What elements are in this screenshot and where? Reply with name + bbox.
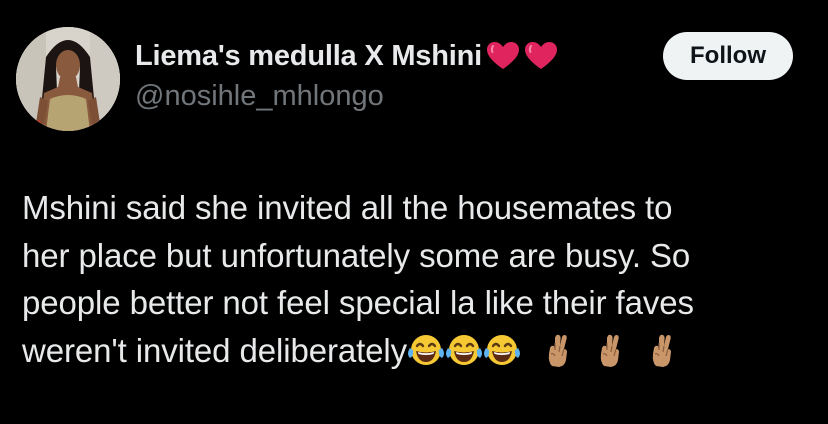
tweet-text-line: weren't invited deliberately [22, 331, 408, 369]
laughing-tears-emoji-icon [483, 332, 521, 368]
author-handle[interactable]: @nosihle_mhlongo [135, 80, 384, 113]
follow-button[interactable]: Follow [663, 32, 793, 80]
laughing-tears-emoji-icon [407, 332, 445, 368]
tweet-text: Mshini said she invited all the housemat… [22, 184, 812, 374]
avatar[interactable] [16, 27, 120, 131]
tweet-text-line: her place but unfortunately some are bus… [22, 236, 691, 274]
tweet-text-line: people better not feel special la like t… [22, 284, 694, 321]
heart-icon [524, 41, 558, 71]
crossed-fingers-emoji-icon [543, 332, 573, 368]
tweet-card: Liema's medulla X Mshini @nosihle_mhlong… [0, 0, 828, 424]
emoji-row [407, 332, 677, 368]
crossed-fingers-emoji-icon [595, 332, 625, 368]
laughing-tears-emoji-icon [445, 332, 483, 368]
tweet-text-line-last: weren't invited deliberately [22, 327, 812, 375]
tweet-text-line: Mshini said she invited all the housemat… [22, 189, 673, 226]
author-display-name[interactable]: Liema's medulla X Mshini [135, 40, 482, 73]
crossed-fingers-emoji-icon [647, 332, 677, 368]
heart-icon [486, 41, 520, 71]
avatar-photo [16, 27, 120, 131]
author-name-row: Liema's medulla X Mshini [135, 36, 558, 76]
